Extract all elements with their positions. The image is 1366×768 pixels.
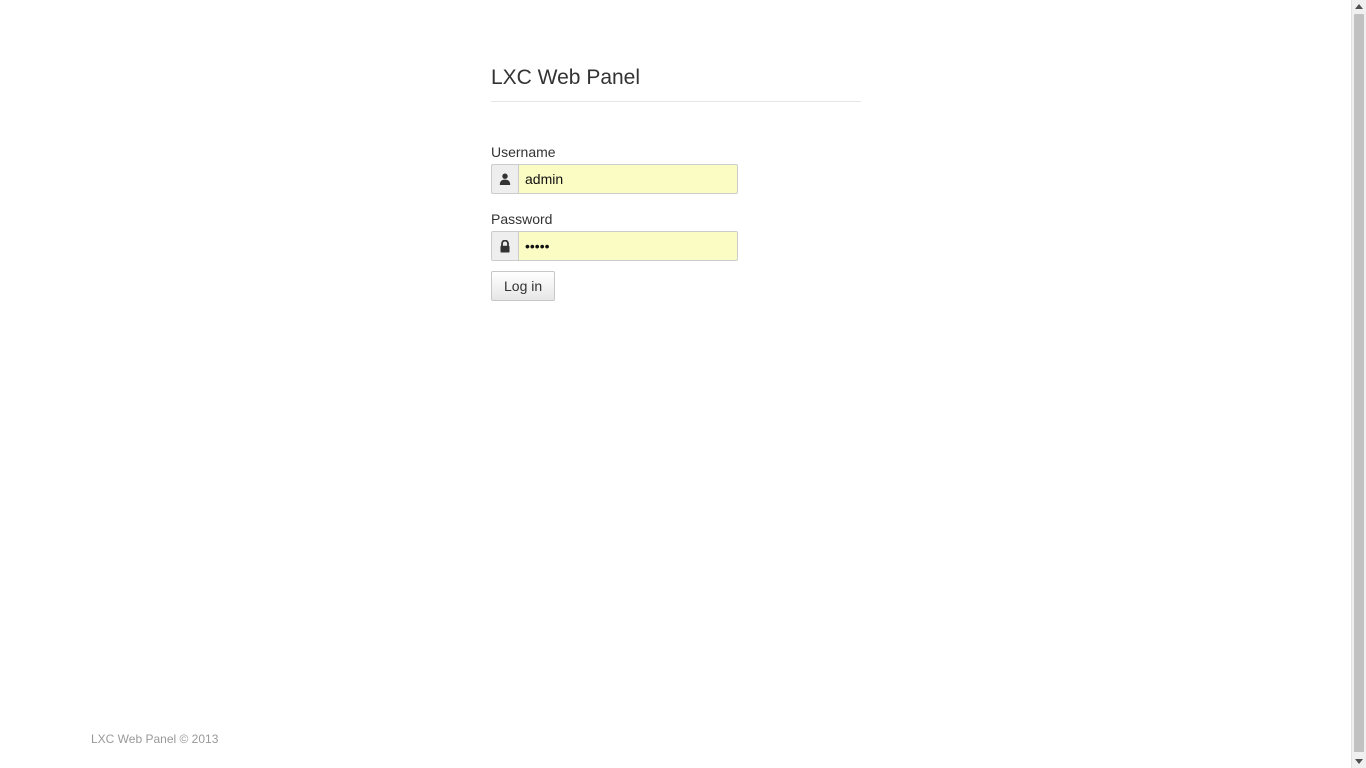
footer-copyright: LXC Web Panel © 2013 xyxy=(91,732,219,746)
page-title: LXC Web Panel xyxy=(491,64,861,102)
login-container: LXC Web Panel Username Password xyxy=(491,64,861,301)
username-input[interactable] xyxy=(518,164,738,194)
user-icon-glyph xyxy=(499,173,511,185)
lock-icon-glyph xyxy=(500,239,510,252)
username-input-group xyxy=(491,164,738,194)
login-button[interactable]: Log in xyxy=(491,271,556,301)
scrollbar-thumb[interactable] xyxy=(1354,14,1364,752)
vertical-scrollbar[interactable] xyxy=(1351,0,1366,768)
login-form: Username Password xyxy=(491,142,861,301)
user-icon xyxy=(491,164,518,194)
page: LXC Web Panel Username Password xyxy=(0,0,1366,768)
password-input[interactable] xyxy=(518,231,738,261)
username-label: Username xyxy=(491,144,556,160)
password-input-group xyxy=(491,231,738,261)
lock-icon xyxy=(491,231,518,261)
scroll-up-arrow-icon[interactable] xyxy=(1355,4,1363,9)
scroll-down-arrow-icon[interactable] xyxy=(1355,759,1363,764)
password-label: Password xyxy=(491,211,553,227)
